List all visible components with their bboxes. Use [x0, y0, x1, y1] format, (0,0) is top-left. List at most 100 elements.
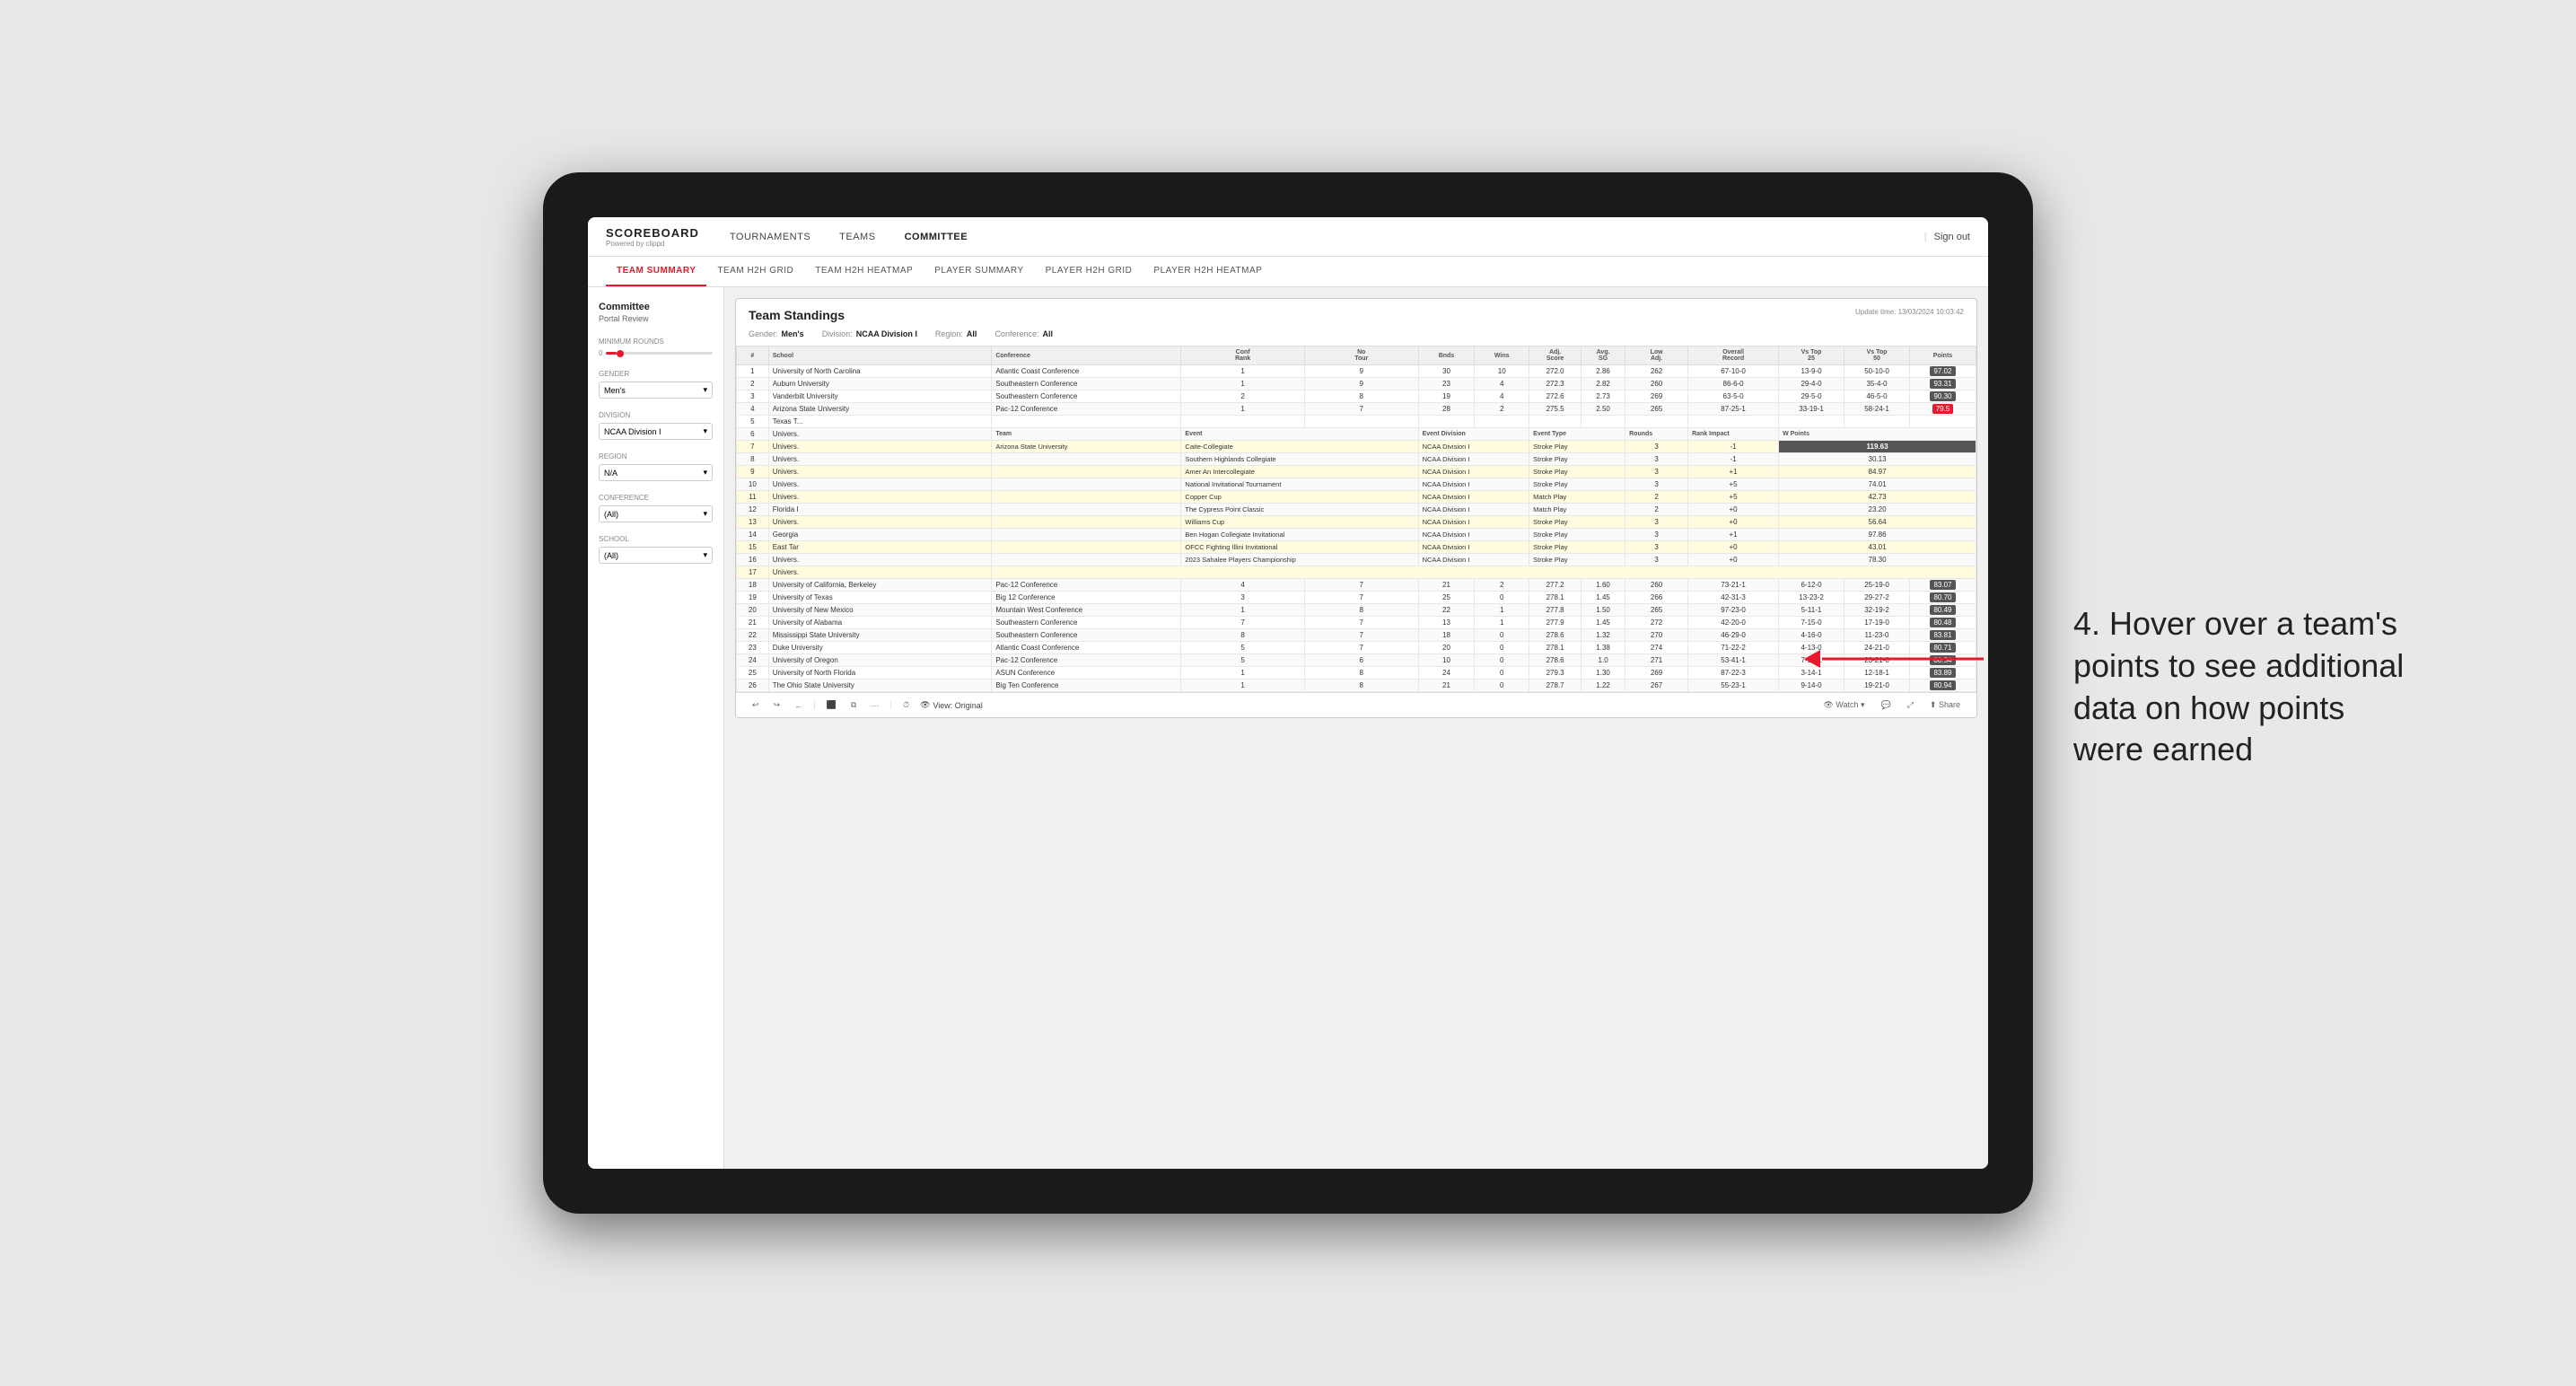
- subnav-player-h2h-grid[interactable]: PLAYER H2H GRID: [1035, 257, 1143, 286]
- nav-committee[interactable]: COMMITTEE: [901, 230, 972, 244]
- expand-button[interactable]: ⤢: [1904, 698, 1917, 712]
- filter-conference: Conference: All: [994, 329, 1053, 338]
- expanded-data-row[interactable]: 17 Univers.: [737, 566, 1976, 579]
- subnav-player-h2h-heatmap[interactable]: PLAYER H2H HEATMAP: [1143, 257, 1273, 286]
- table-row[interactable]: 1 University of North Carolina Atlantic …: [737, 365, 1976, 378]
- expanded-data-row[interactable]: 10 Univers. National Invitational Tourna…: [737, 478, 1976, 491]
- view-text: View: Original: [933, 701, 982, 710]
- col-conference: Conference: [992, 346, 1181, 365]
- nav-tournaments[interactable]: TOURNAMENTS: [726, 230, 814, 244]
- col-vs25: Vs Top25: [1779, 346, 1844, 365]
- col-overall-record: OverallRecord: [1688, 346, 1779, 365]
- region-select[interactable]: N/A ▾: [599, 464, 713, 481]
- col-school: School: [768, 346, 992, 365]
- toolbar-sep1: |: [813, 700, 816, 710]
- sidebar-division-label: Division: [599, 411, 713, 419]
- table-row[interactable]: 4 Arizona State University Pac-12 Confer…: [737, 403, 1976, 416]
- share-button[interactable]: ⬆ Share: [1926, 698, 1964, 712]
- filter-gender-label: Gender:: [749, 329, 778, 338]
- time-button[interactable]: ⏱: [899, 698, 913, 712]
- report-header: Team Standings Update time: 13/03/2024 1…: [736, 299, 1976, 326]
- nav-separator: |: [1924, 232, 1927, 242]
- sidebar-conference: Conference (All) ▾: [599, 494, 713, 522]
- table-row[interactable]: 20 University of New Mexico Mountain Wes…: [737, 604, 1976, 617]
- filter-gender: Gender: Men's: [749, 329, 804, 338]
- expanded-data-row[interactable]: 7 Univers. Arizona State University Cait…: [737, 441, 1976, 453]
- sidebar-gender: Gender Men's ▾: [599, 370, 713, 399]
- expanded-data-row[interactable]: 11 Univers. Copper Cup NCAA Division I M…: [737, 491, 1976, 504]
- slider-thumb[interactable]: [617, 350, 624, 357]
- filter-region-value: All: [967, 329, 977, 338]
- filter-division-label: Division:: [822, 329, 853, 338]
- subnav-team-h2h-heatmap[interactable]: TEAM H2H HEATMAP: [804, 257, 924, 286]
- copy-button[interactable]: ⧉: [847, 698, 860, 712]
- redo-button[interactable]: ↪: [770, 698, 784, 712]
- table-row[interactable]: 25 University of North Florida ASUN Conf…: [737, 667, 1976, 680]
- table-row[interactable]: 2 Auburn University Southeastern Confere…: [737, 378, 1976, 390]
- expanded-data-row[interactable]: 14 Georgia Ben Hogan Collegiate Invitati…: [737, 529, 1976, 541]
- subnav-team-h2h-grid[interactable]: TEAM H2H GRID: [706, 257, 804, 286]
- right-panel: Team Standings Update time: 13/03/2024 1…: [724, 287, 1988, 1169]
- sidebar-school-label: School: [599, 535, 713, 543]
- eye-icon: 👁: [920, 700, 930, 710]
- sidebar-min-rounds-label: Minimum Rounds: [599, 338, 713, 346]
- table-row[interactable]: 22 Mississippi State University Southeas…: [737, 629, 1976, 642]
- conference-select[interactable]: (All) ▾: [599, 505, 713, 522]
- table-row[interactable]: 5 Texas T...: [737, 416, 1976, 428]
- toolbar-right: 👁 Watch ▾ 💬 ⤢ ⬆ Share: [1819, 698, 1964, 712]
- nav-teams[interactable]: TEAMS: [836, 230, 879, 244]
- expanded-data-row[interactable]: 16 Univers. 2023 Sahalee Players Champio…: [737, 554, 1976, 566]
- region-value: N/A: [604, 469, 618, 478]
- tablet-device: SCOREBOARD Powered by clippd TOURNAMENTS…: [543, 172, 2033, 1214]
- filter-region: Region: All: [935, 329, 977, 338]
- col-adj-score: Adj.Score: [1529, 346, 1582, 365]
- col-conf-rank: ConfRank: [1181, 346, 1304, 365]
- logo-area: SCOREBOARD Powered by clippd: [606, 226, 699, 248]
- sidebar-conference-label: Conference: [599, 494, 713, 502]
- more-button[interactable]: ···: [867, 699, 882, 712]
- expanded-data-row[interactable]: 13 Univers. Williams Cup NCAA Division I…: [737, 516, 1976, 529]
- camera-button[interactable]: ⬛: [823, 698, 840, 712]
- undo-button[interactable]: ↩: [749, 698, 763, 712]
- table-row[interactable]: 18 University of California, Berkeley Pa…: [737, 579, 1976, 592]
- sidebar-min-rounds: Minimum Rounds 0: [599, 338, 713, 357]
- expanded-data-row[interactable]: 9 Univers. Amer An Intercollegiate NCAA …: [737, 466, 1976, 478]
- sub-navigation: TEAM SUMMARY TEAM H2H GRID TEAM H2H HEAT…: [588, 257, 1988, 287]
- sidebar-title: Committee: [599, 302, 713, 312]
- filter-conference-label: Conference:: [994, 329, 1038, 338]
- expanded-data-row[interactable]: 8 Univers. Southern Highlands Collegiate…: [737, 453, 1976, 466]
- gender-select[interactable]: Men's ▾: [599, 382, 713, 399]
- table-row[interactable]: 23 Duke University Atlantic Coast Confer…: [737, 642, 1976, 654]
- table-row[interactable]: 26 The Ohio State University Big Ten Con…: [737, 680, 1976, 692]
- expanded-data-row[interactable]: 12 Florida I The Cypress Point Classic N…: [737, 504, 1976, 516]
- col-points: Points: [1910, 346, 1976, 365]
- chevron-down-icon: ▾: [703, 509, 707, 519]
- report-container: Team Standings Update time: 13/03/2024 1…: [735, 298, 1977, 718]
- subnav-team-summary[interactable]: TEAM SUMMARY: [606, 257, 706, 286]
- sidebar-subtitle: Portal Review: [599, 314, 713, 323]
- update-time: Update time: 13/03/2024 10:03:42: [1855, 308, 1964, 322]
- table-row[interactable]: 24 University of Oregon Pac-12 Conferenc…: [737, 654, 1976, 667]
- col-avg-sg: Avg.SG: [1582, 346, 1625, 365]
- standings-table: # School Conference ConfRank NoTour Bnds…: [736, 346, 1976, 692]
- table-row[interactable]: 21 University of Alabama Southeastern Co…: [737, 617, 1976, 629]
- eye-icon-2: 👁: [1823, 700, 1833, 709]
- col-no-tour: NoTour: [1304, 346, 1418, 365]
- expanded-data-row[interactable]: 15 East Tar OFCC Fighting Illini Invitat…: [737, 541, 1976, 554]
- division-select[interactable]: NCAA Division I ▾: [599, 423, 713, 440]
- table-row[interactable]: 3 Vanderbilt University Southeastern Con…: [737, 390, 1976, 403]
- conference-value: (All): [604, 510, 618, 519]
- subnav-player-summary[interactable]: PLAYER SUMMARY: [924, 257, 1034, 286]
- slider-bar[interactable]: [606, 352, 713, 355]
- col-bnds: Bnds: [1418, 346, 1475, 365]
- school-select[interactable]: (All) ▾: [599, 547, 713, 564]
- table-row[interactable]: 19 University of Texas Big 12 Conference…: [737, 592, 1976, 604]
- view-label: 👁 View: Original: [920, 700, 983, 710]
- chevron-down-icon: ▾: [703, 426, 707, 436]
- col-wins: Wins: [1475, 346, 1529, 365]
- back-button[interactable]: ←: [791, 699, 806, 712]
- sign-out-button[interactable]: Sign out: [1934, 232, 1970, 242]
- watch-button[interactable]: 👁 Watch ▾: [1819, 698, 1868, 712]
- feedback-button[interactable]: 💬: [1877, 698, 1894, 712]
- sidebar-school: School (All) ▾: [599, 535, 713, 564]
